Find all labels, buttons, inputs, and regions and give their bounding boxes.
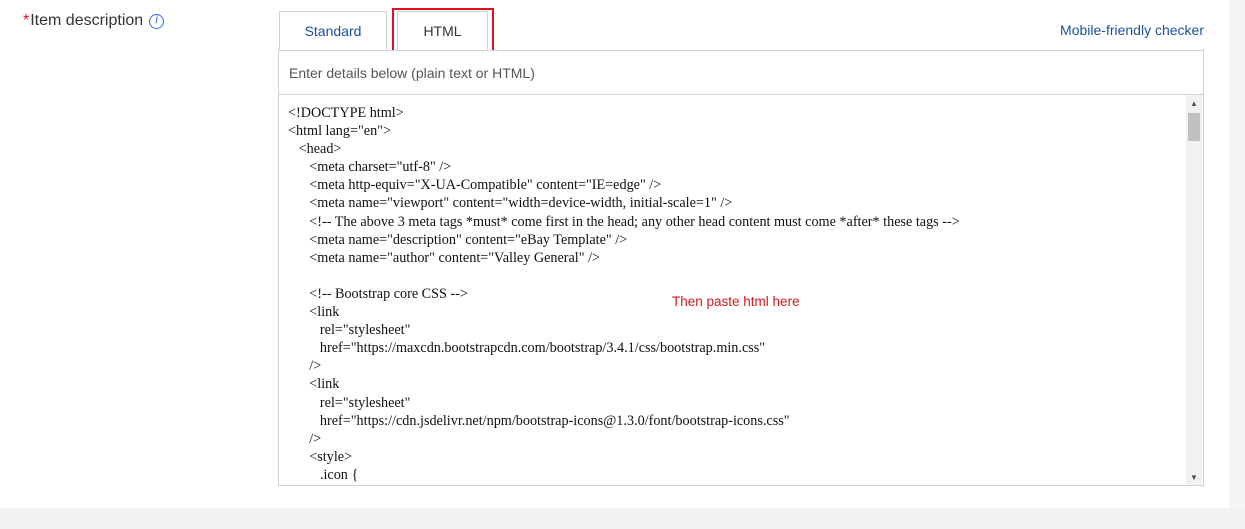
html-editor-textarea[interactable]: <!DOCTYPE html> <html lang="en"> <head> … — [279, 94, 1203, 485]
footer-band — [0, 508, 1245, 529]
editor-scrollbar[interactable]: ▲ ▼ — [1186, 95, 1202, 485]
tab-html[interactable]: HTML — [397, 11, 488, 50]
description-panel: Enter details below (plain text or HTML)… — [278, 50, 1204, 486]
field-label-text: Item description — [30, 12, 144, 29]
paste-annotation: Then paste html here — [672, 294, 800, 309]
editor-instructions: Enter details below (plain text or HTML) — [289, 65, 535, 81]
required-asterisk: * — [23, 12, 30, 29]
tab-standard[interactable]: Standard — [279, 11, 387, 50]
scroll-thumb[interactable] — [1188, 113, 1200, 141]
mobile-friendly-checker-link[interactable]: Mobile-friendly checker — [1060, 22, 1204, 38]
html-code-content: <!DOCTYPE html> <html lang="en"> <head> … — [288, 105, 960, 483]
scroll-down-icon[interactable]: ▼ — [1186, 469, 1202, 485]
item-description-label: * Item description i — [23, 11, 165, 31]
scroll-up-icon[interactable]: ▲ — [1186, 95, 1202, 111]
right-gutter — [1229, 0, 1245, 508]
info-circle-icon[interactable]: i — [149, 13, 165, 29]
